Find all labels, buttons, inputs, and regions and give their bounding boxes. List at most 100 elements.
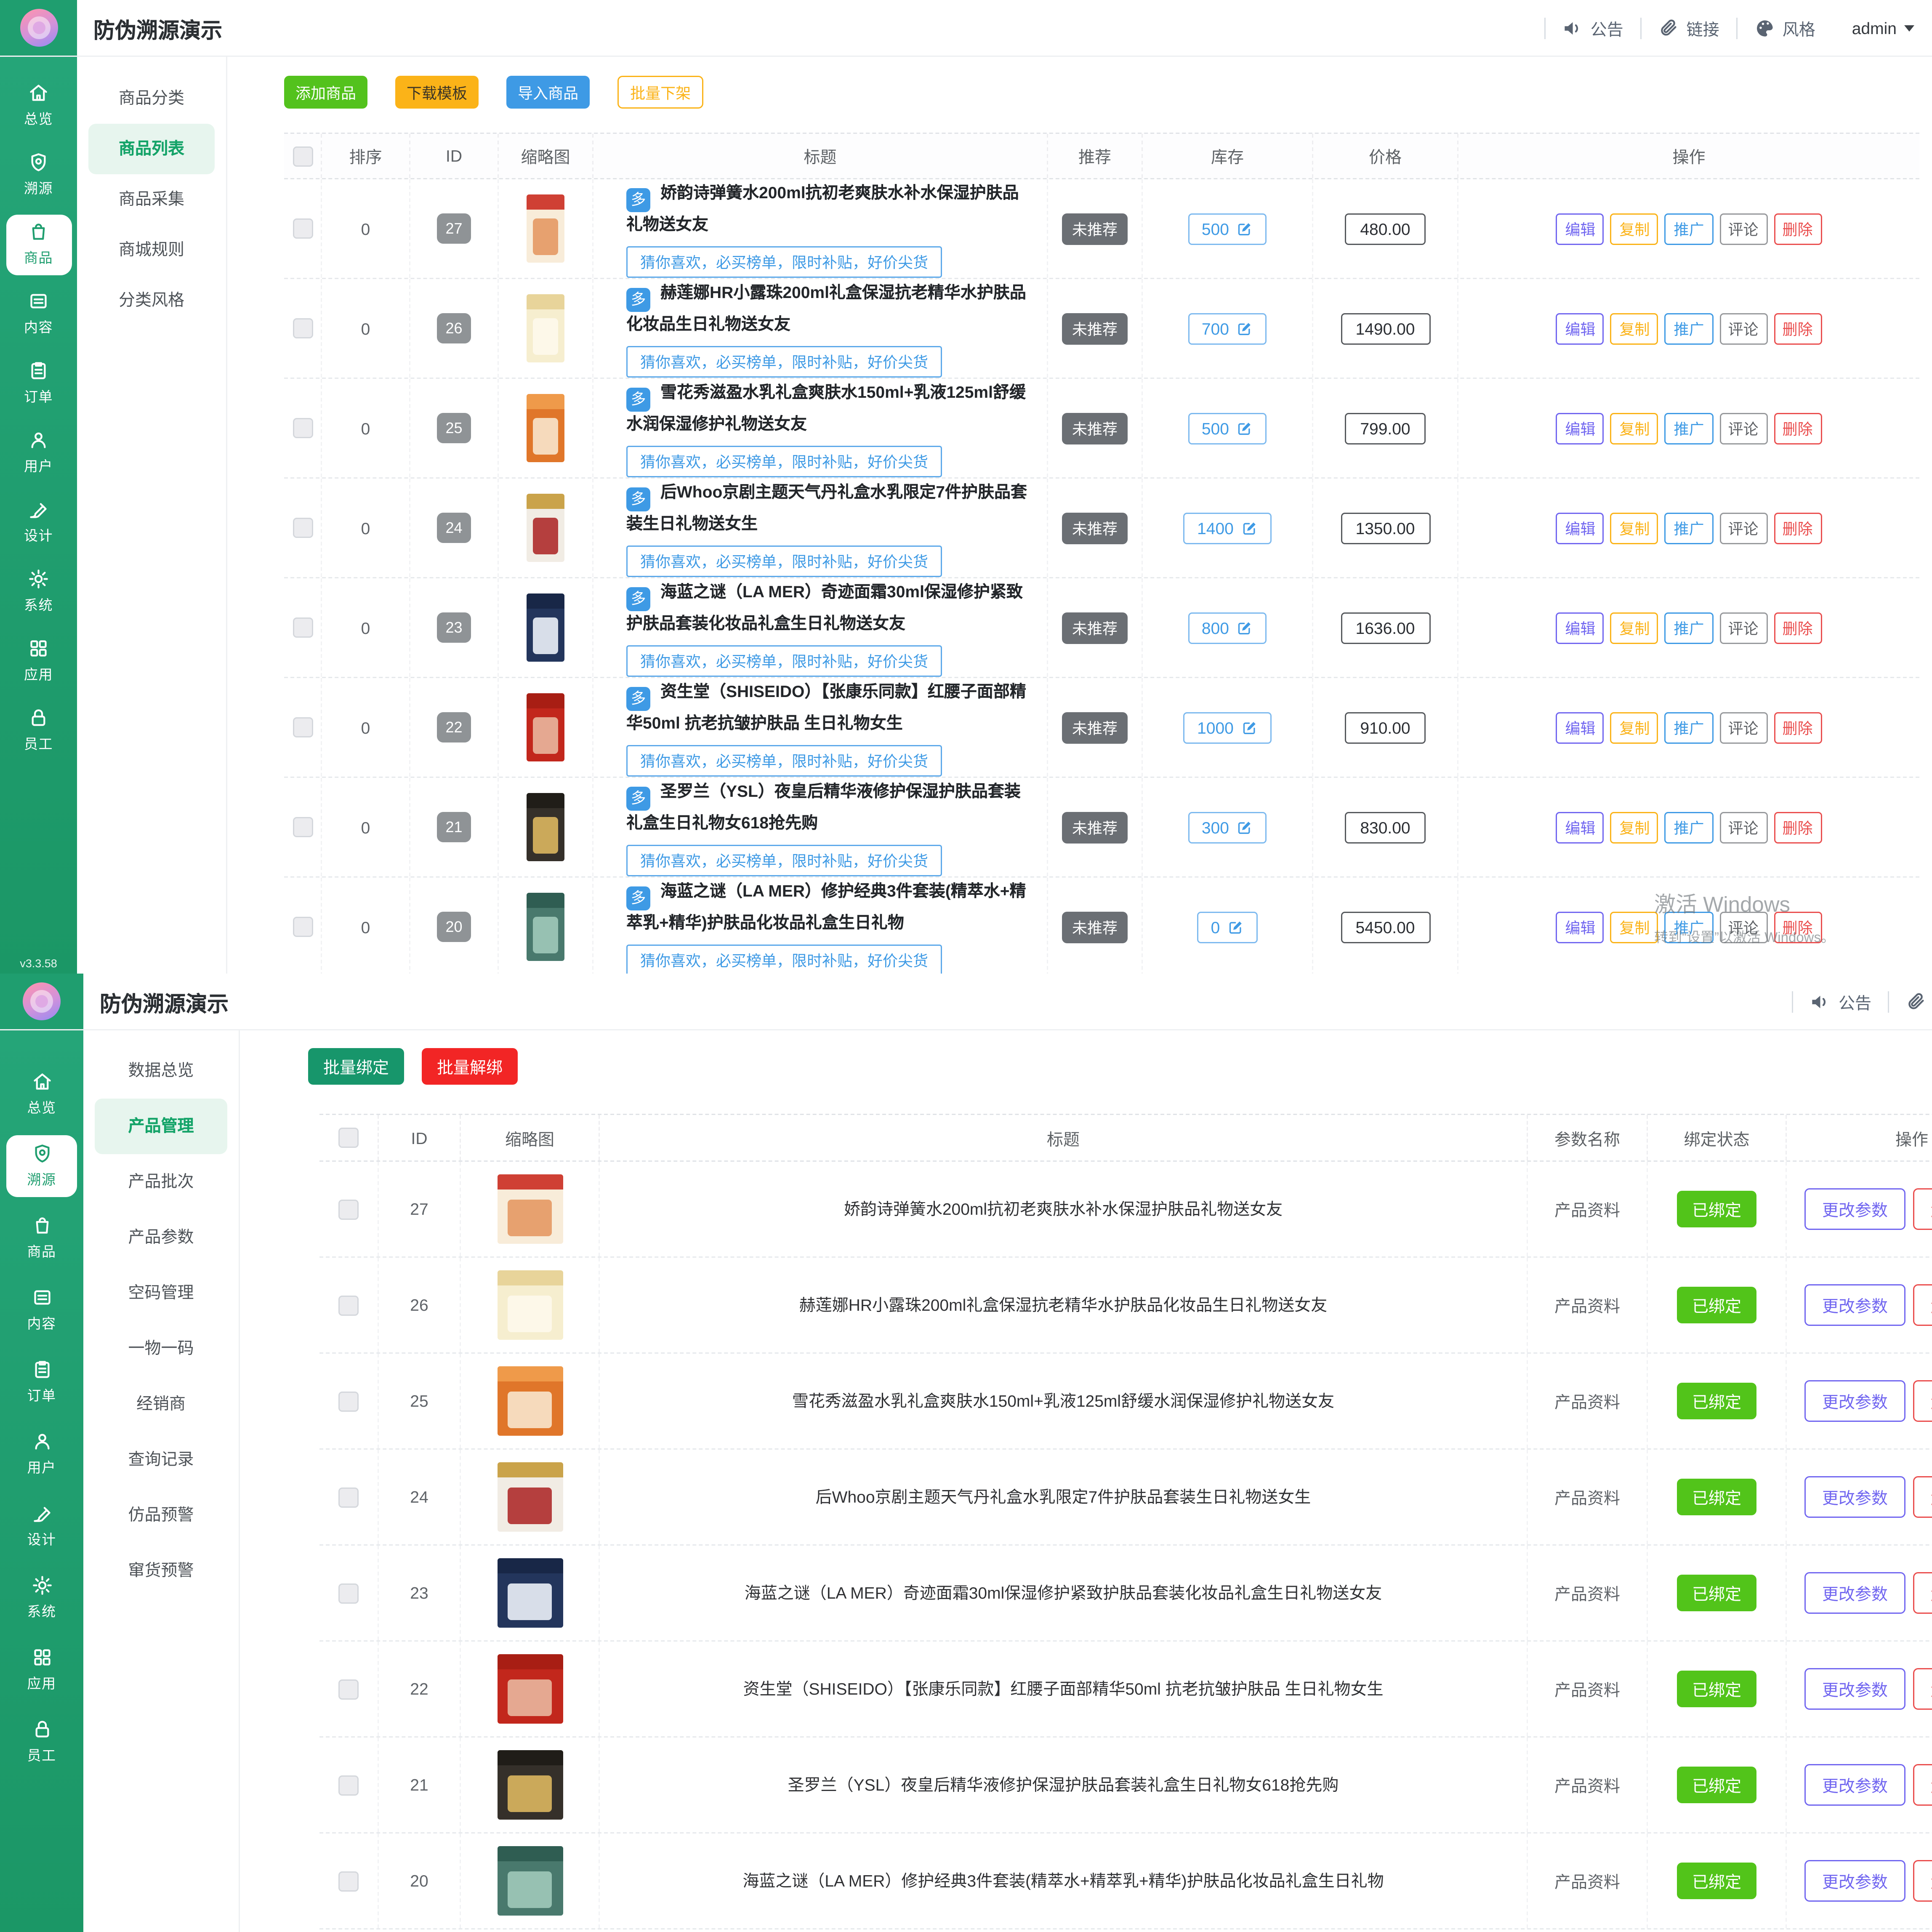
change-param-button[interactable]: 更改参数 — [1804, 1476, 1905, 1518]
subnav-item-5[interactable]: 一物一码 — [83, 1321, 239, 1376]
unbind-button[interactable]: 解绑 — [1913, 1284, 1932, 1326]
comment-button[interactable]: 评论 — [1719, 612, 1767, 644]
edit-button[interactable]: 编辑 — [1556, 512, 1604, 544]
delete-button[interactable]: 删除 — [1774, 612, 1822, 644]
unbind-button[interactable]: 解绑 — [1913, 1860, 1932, 1902]
delete-button[interactable]: 删除 — [1774, 911, 1822, 943]
stock-edit[interactable]: 500 — [1188, 213, 1267, 245]
link-link[interactable]: 链接 — [1640, 17, 1736, 39]
row-checkbox[interactable] — [338, 1775, 359, 1795]
sidebar-item-home[interactable]: 总览 — [0, 71, 77, 140]
sidebar-item-bag[interactable]: 商品 — [0, 1202, 83, 1274]
copy-button[interactable]: 复制 — [1610, 213, 1658, 245]
stock-edit[interactable]: 800 — [1188, 612, 1267, 644]
style-link[interactable]: 风格 — [1736, 17, 1832, 39]
row-checkbox[interactable] — [293, 617, 313, 638]
user-menu[interactable]: admin — [1832, 19, 1922, 37]
row-checkbox[interactable] — [293, 917, 313, 937]
subnav-item-0[interactable]: 商品分类 — [77, 73, 226, 124]
promote-button[interactable]: 推广 — [1665, 812, 1713, 843]
edit-button[interactable]: 编辑 — [1556, 213, 1604, 245]
row-checkbox[interactable] — [293, 218, 313, 239]
batch-bind-button[interactable]: 批量绑定 — [308, 1048, 404, 1085]
sidebar-item-content[interactable]: 内容 — [0, 279, 77, 349]
subnav-item-8[interactable]: 仿品预警 — [83, 1488, 239, 1543]
subnav-item-4[interactable]: 空码管理 — [83, 1265, 239, 1321]
row-checkbox[interactable] — [338, 1391, 359, 1411]
add-product-button[interactable]: 添加商品 — [284, 76, 367, 109]
comment-button[interactable]: 评论 — [1719, 712, 1767, 743]
edit-button[interactable]: 编辑 — [1556, 612, 1604, 644]
subnav-item-1[interactable]: 产品管理 — [95, 1099, 227, 1154]
subnav-item-9[interactable]: 窜货预警 — [83, 1543, 239, 1599]
delete-button[interactable]: 删除 — [1774, 412, 1822, 444]
sidebar-item-content[interactable]: 内容 — [0, 1274, 83, 1346]
subnav-item-3[interactable]: 产品参数 — [83, 1210, 239, 1265]
comment-button[interactable]: 评论 — [1719, 313, 1767, 344]
sidebar-item-home[interactable]: 总览 — [0, 1058, 83, 1130]
subnav-item-4[interactable]: 分类风格 — [77, 275, 226, 326]
sidebar-item-staff[interactable]: 员工 — [0, 1706, 83, 1778]
row-checkbox[interactable] — [293, 717, 313, 737]
sidebar-item-apps[interactable]: 应用 — [0, 1634, 83, 1706]
sidebar-item-shield[interactable]: 溯源 — [6, 1135, 77, 1197]
row-checkbox[interactable] — [338, 1295, 359, 1315]
comment-button[interactable]: 评论 — [1719, 512, 1767, 544]
edit-button[interactable]: 编辑 — [1556, 812, 1604, 843]
promote-button[interactable]: 推广 — [1665, 911, 1713, 943]
delete-button[interactable]: 删除 — [1774, 313, 1822, 344]
row-checkbox[interactable] — [338, 1583, 359, 1603]
promote-button[interactable]: 推广 — [1665, 512, 1713, 544]
promote-button[interactable]: 推广 — [1665, 612, 1713, 644]
stock-edit[interactable]: 700 — [1188, 313, 1267, 344]
batch-off-shelf-button[interactable]: 批量下架 — [617, 76, 703, 109]
change-param-button[interactable]: 更改参数 — [1804, 1380, 1905, 1422]
sidebar-item-user[interactable]: 用户 — [0, 1418, 83, 1490]
sidebar-item-bag[interactable]: 商品 — [6, 214, 72, 275]
copy-button[interactable]: 复制 — [1610, 412, 1658, 444]
delete-button[interactable]: 删除 — [1774, 812, 1822, 843]
announce-link[interactable]: 公告 — [1544, 17, 1640, 39]
subnav-item-1[interactable]: 商品列表 — [88, 124, 215, 174]
subnav-item-7[interactable]: 查询记录 — [83, 1432, 239, 1488]
subnav-item-3[interactable]: 商城规则 — [77, 225, 226, 275]
promote-button[interactable]: 推广 — [1665, 313, 1713, 344]
edit-button[interactable]: 编辑 — [1556, 412, 1604, 444]
subnav-item-6[interactable]: 经销商 — [83, 1376, 239, 1432]
app-logo[interactable] — [0, 974, 83, 1029]
copy-button[interactable]: 复制 — [1610, 612, 1658, 644]
sidebar-item-design[interactable]: 设计 — [0, 1490, 83, 1562]
link-link[interactable]: 链接 — [1888, 991, 1932, 1012]
import-product-button[interactable]: 导入商品 — [506, 76, 590, 109]
subnav-item-0[interactable]: 数据总览 — [83, 1043, 239, 1099]
unbind-button[interactable]: 解绑 — [1913, 1668, 1932, 1710]
copy-button[interactable]: 复制 — [1610, 911, 1658, 943]
subnav-item-2[interactable]: 商品采集 — [77, 174, 226, 225]
change-param-button[interactable]: 更改参数 — [1804, 1668, 1905, 1710]
change-param-button[interactable]: 更改参数 — [1804, 1188, 1905, 1230]
comment-button[interactable]: 评论 — [1719, 213, 1767, 245]
sidebar-item-shield[interactable]: 溯源 — [0, 140, 77, 210]
row-checkbox[interactable] — [293, 518, 313, 538]
sidebar-item-system[interactable]: 系统 — [0, 1562, 83, 1634]
change-param-button[interactable]: 更改参数 — [1804, 1764, 1905, 1806]
copy-button[interactable]: 复制 — [1610, 313, 1658, 344]
comment-button[interactable]: 评论 — [1719, 812, 1767, 843]
copy-button[interactable]: 复制 — [1610, 712, 1658, 743]
announce-link[interactable]: 公告 — [1792, 991, 1888, 1012]
row-checkbox[interactable] — [338, 1199, 359, 1219]
sidebar-item-system[interactable]: 系统 — [0, 557, 77, 626]
edit-button[interactable]: 编辑 — [1556, 313, 1604, 344]
row-checkbox[interactable] — [338, 1487, 359, 1507]
unbind-button[interactable]: 解绑 — [1913, 1380, 1932, 1422]
stock-edit[interactable]: 300 — [1188, 812, 1267, 843]
delete-button[interactable]: 删除 — [1774, 213, 1822, 245]
promote-button[interactable]: 推广 — [1665, 712, 1713, 743]
subnav-item-2[interactable]: 产品批次 — [83, 1154, 239, 1210]
sidebar-item-staff[interactable]: 员工 — [0, 696, 77, 765]
unbind-button[interactable]: 解绑 — [1913, 1572, 1932, 1614]
sidebar-item-design[interactable]: 设计 — [0, 487, 77, 557]
row-checkbox[interactable] — [293, 418, 313, 438]
download-template-button[interactable]: 下载模板 — [395, 76, 479, 109]
unbind-button[interactable]: 解绑 — [1913, 1188, 1932, 1230]
